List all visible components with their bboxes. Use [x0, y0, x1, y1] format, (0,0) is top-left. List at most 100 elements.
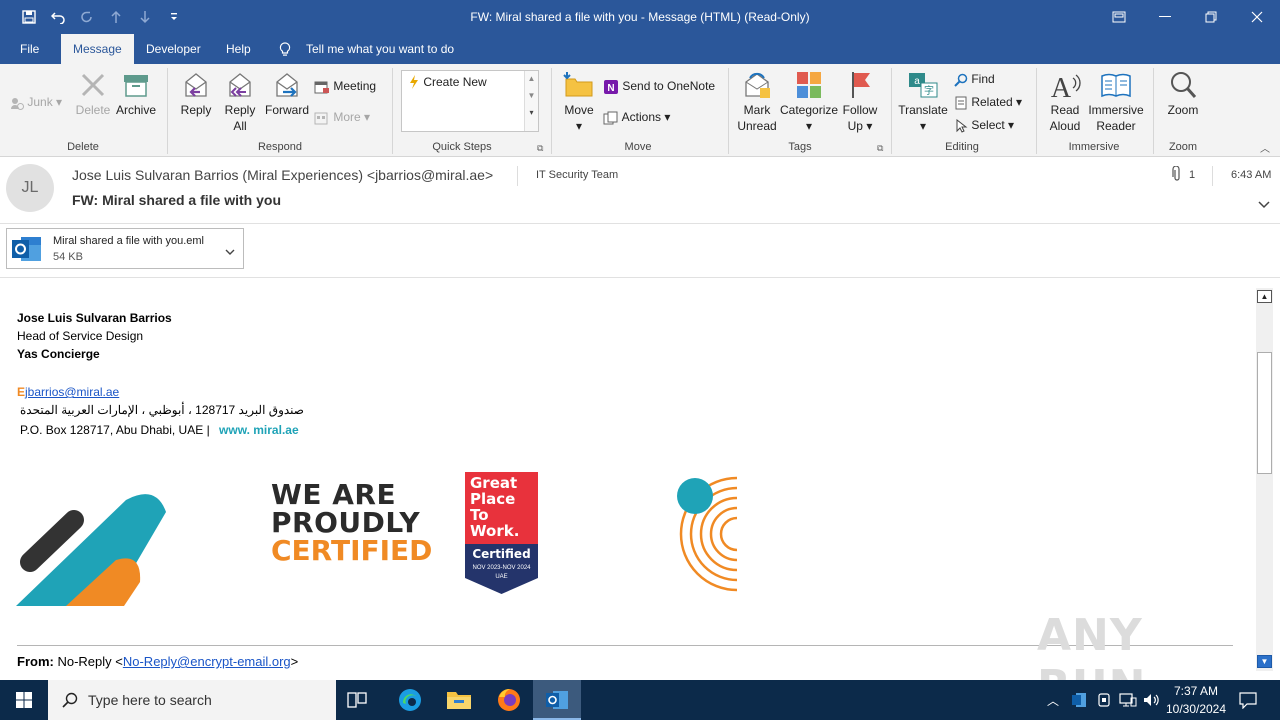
attachment-menu-icon[interactable] — [225, 245, 235, 259]
folder-move-icon — [563, 72, 593, 97]
divider — [1036, 68, 1037, 154]
svg-text:a: a — [914, 76, 920, 87]
group-label-zoom: Zoom — [1168, 141, 1198, 153]
device-icon[interactable] — [1096, 692, 1112, 711]
flag-icon — [852, 72, 870, 98]
group-label-quick-steps: Quick Steps — [432, 141, 492, 153]
group-label-move: Move — [624, 141, 652, 153]
related-button[interactable]: Related ▾ — [954, 94, 1022, 110]
reply-label: Reply — [180, 103, 212, 117]
show-hidden-icons-icon[interactable]: ︿ — [1047, 692, 1059, 709]
clock-time[interactable]: 7:37 AM — [1166, 684, 1226, 698]
collapse-ribbon-icon[interactable]: ︿ — [1260, 140, 1270, 155]
tell-me-search[interactable]: Tell me what you want to do — [306, 34, 454, 64]
divider — [392, 68, 393, 154]
follow-up-button[interactable]: Follow Up ▾ — [841, 70, 879, 134]
tab-file[interactable]: File — [20, 34, 39, 64]
paperclip-icon — [1172, 165, 1182, 185]
more-button[interactable]: More ▾ — [314, 109, 370, 125]
outlook-tray-icon[interactable] — [1071, 692, 1087, 711]
scroll-thumb[interactable] — [1257, 352, 1272, 474]
immersive-reader-button[interactable]: Immersive Reader — [1087, 70, 1145, 134]
reply-button[interactable]: Reply — [177, 70, 215, 118]
dialog-launcher-icon[interactable]: ⧉ — [537, 143, 543, 154]
divider — [891, 68, 892, 154]
forward-button[interactable]: Forward — [264, 70, 310, 118]
scroll-down-arrow-icon[interactable]: ▼ — [1257, 655, 1272, 668]
clock-date[interactable]: 10/30/2024 — [1162, 702, 1230, 716]
read-aloud-label: Read — [1050, 103, 1080, 117]
signature-email-link[interactable]: jbarrios@miral.ae — [25, 385, 119, 399]
concentric-arcs-graphic — [677, 476, 738, 592]
translate-button[interactable]: a字 Translate ▾ — [898, 70, 948, 134]
restore-icon[interactable] — [1188, 0, 1234, 34]
divider — [1212, 166, 1213, 186]
task-view-icon[interactable] — [346, 690, 368, 713]
junk-button[interactable]: Junk ▾ — [10, 94, 62, 110]
dialog-launcher-icon[interactable]: ⧉ — [877, 143, 883, 154]
reply-all-button[interactable]: Reply All — [221, 70, 259, 134]
follow-up-label-2: Up — [847, 119, 863, 133]
outlook-taskbar-button[interactable] — [533, 680, 581, 720]
quick-step-create-new[interactable]: Create New — [408, 75, 487, 89]
outlook-icon — [546, 691, 568, 709]
expand-header-icon[interactable] — [1258, 198, 1270, 212]
find-label: Find — [971, 72, 995, 86]
edge-icon[interactable] — [397, 687, 423, 716]
select-button[interactable]: Select ▾ — [954, 117, 1014, 133]
svg-text:字: 字 — [924, 84, 934, 97]
notification-icon[interactable] — [1239, 691, 1257, 712]
network-icon[interactable] — [1119, 692, 1137, 711]
vertical-scrollbar[interactable]: ▲ ▼ — [1256, 288, 1273, 671]
file-explorer-icon[interactable] — [446, 689, 472, 714]
select-label: Select — [971, 118, 1005, 132]
cert-line-1: WE ARE — [271, 478, 397, 511]
window-title: FW: Miral shared a file with you - Messa… — [470, 10, 810, 24]
outlook-file-icon — [11, 234, 43, 267]
delete-button[interactable]: Delete — [74, 70, 112, 118]
attachment-card[interactable]: Miral shared a file with you.eml 54 KB — [6, 228, 244, 269]
actions-button[interactable]: Actions ▾ — [603, 109, 670, 125]
zoom-button[interactable]: Zoom — [1162, 70, 1204, 118]
group-label-editing: Editing — [945, 141, 979, 153]
ribbon-display-icon[interactable] — [1096, 0, 1142, 34]
send-to-onenote-label: Send to OneNote — [622, 79, 716, 93]
quick-steps-scroll[interactable]: ▲ ▼ ▾ — [524, 71, 538, 131]
firefox-icon[interactable] — [496, 687, 522, 716]
volume-icon[interactable] — [1143, 692, 1161, 711]
subject: FW: Miral shared a file with you — [72, 192, 281, 208]
onenote-icon: N — [604, 79, 618, 94]
meeting-button[interactable]: Meeting — [314, 78, 376, 94]
quick-steps-gallery[interactable]: Create New ▲ ▼ ▾ — [401, 70, 539, 132]
tab-message[interactable]: Message — [61, 34, 134, 64]
categorize-button[interactable]: Categorize ▾ — [780, 70, 838, 134]
tab-help[interactable]: Help — [226, 34, 251, 64]
certified-banner: WE ARE PROUDLY CERTIFIED — [271, 481, 432, 565]
zoom-icon — [1171, 72, 1197, 98]
sender[interactable]: Jose Luis Sulvaran Barrios (Miral Experi… — [72, 167, 493, 183]
close-icon[interactable] — [1234, 0, 1280, 34]
from-email-link[interactable]: No-Reply@encrypt-email.org — [123, 654, 291, 669]
mark-unread-button[interactable]: Mark Unread — [735, 70, 779, 134]
minimize-icon[interactable] — [1142, 0, 1188, 34]
search-placeholder: Type here to search — [88, 692, 212, 708]
send-to-onenote-button[interactable]: N Send to OneNote — [603, 78, 715, 95]
categorize-label: Categorize — [780, 103, 839, 117]
divider — [0, 223, 1280, 224]
title-bar: FW: Miral shared a file with you - Messa… — [0, 0, 1280, 34]
recipient[interactable]: IT Security Team — [536, 169, 618, 181]
read-aloud-icon: A — [1051, 73, 1081, 100]
scroll-up-arrow-icon[interactable]: ▲ — [1257, 290, 1272, 303]
taskbar-search[interactable]: Type here to search — [48, 680, 336, 720]
website-link[interactable]: www. miral.ae — [219, 423, 299, 437]
archive-button[interactable]: Archive — [114, 70, 158, 118]
watermark: ANY RUN — [1037, 610, 1145, 680]
translate-label: Translate — [898, 103, 948, 117]
tab-developer[interactable]: Developer — [146, 34, 201, 64]
lightning-icon — [410, 75, 418, 89]
find-button[interactable]: Find — [954, 71, 995, 87]
read-aloud-button[interactable]: A Read Aloud — [1044, 70, 1086, 134]
start-button[interactable] — [0, 680, 48, 720]
gptw-line-1: Great — [470, 474, 518, 492]
move-button[interactable]: Move ▾ — [560, 70, 598, 134]
